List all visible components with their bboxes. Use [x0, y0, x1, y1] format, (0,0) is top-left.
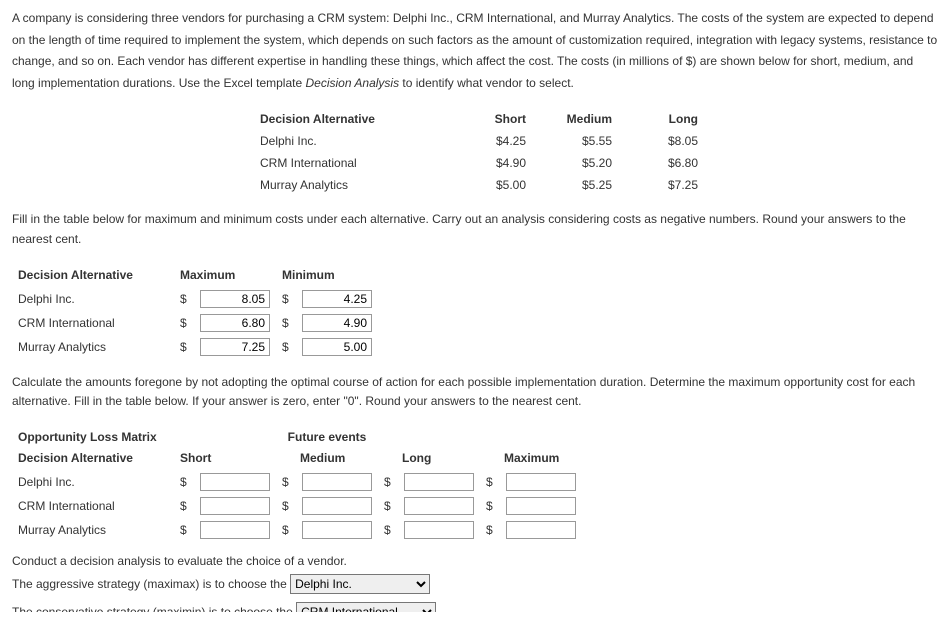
- maxmin-header-min: Minimum: [276, 263, 378, 287]
- dollar-sign: $: [378, 494, 398, 518]
- ol-header-max: Maximum: [480, 446, 582, 470]
- vendor-name: CRM International: [12, 494, 174, 518]
- cost-val: $5.55: [534, 130, 620, 152]
- dollar-sign: $: [480, 494, 500, 518]
- ol-short-input[interactable]: [200, 497, 270, 515]
- table-row: CRM International $ $: [12, 311, 378, 335]
- template-name: Decision Analysis: [306, 76, 400, 90]
- cost-header-da: Decision Alternative: [252, 108, 448, 130]
- ol-max-input[interactable]: [506, 497, 576, 515]
- cost-val: $8.05: [620, 130, 706, 152]
- dollar-sign: $: [480, 518, 500, 542]
- min-input[interactable]: [302, 314, 372, 332]
- cost-val: $4.25: [448, 130, 534, 152]
- vendor-name: Murray Analytics: [12, 335, 174, 359]
- dollar-sign: $: [174, 287, 194, 311]
- vendor-name: Delphi Inc.: [12, 287, 174, 311]
- vendor-name: Delphi Inc.: [252, 130, 448, 152]
- cost-val: $4.90: [448, 152, 534, 174]
- vendor-name: Murray Analytics: [252, 174, 448, 196]
- ol-long-input[interactable]: [404, 497, 474, 515]
- cost-val: $5.25: [534, 174, 620, 196]
- cost-val: $5.00: [448, 174, 534, 196]
- opportunity-loss-table: Opportunity Loss Matrix Future events De…: [12, 425, 582, 542]
- min-input[interactable]: [302, 290, 372, 308]
- analysis-intro: Conduct a decision analysis to evaluate …: [12, 552, 939, 570]
- maximin-select[interactable]: CRM International: [296, 602, 436, 612]
- table-row: Murray Analytics $ $ $ $: [12, 518, 582, 542]
- ol-long-input[interactable]: [404, 473, 474, 491]
- maxmin-header-da: Decision Alternative: [12, 263, 174, 287]
- table-row: Delphi Inc. $ $ $ $: [12, 470, 582, 494]
- dollar-sign: $: [276, 470, 296, 494]
- cost-header-long: Long: [620, 108, 706, 130]
- ol-long-input[interactable]: [404, 521, 474, 539]
- ol-header-da: Decision Alternative: [12, 446, 174, 470]
- ol-medium-input[interactable]: [302, 521, 372, 539]
- maxmin-table: Decision Alternative Maximum Minimum Del…: [12, 263, 378, 359]
- maximax-select[interactable]: Delphi Inc.: [290, 574, 430, 594]
- cost-val: $5.20: [534, 152, 620, 174]
- cost-header-short: Short: [448, 108, 534, 130]
- instruction-maxmin: Fill in the table below for maximum and …: [12, 210, 939, 248]
- ol-medium-input[interactable]: [302, 497, 372, 515]
- maximax-text: The aggressive strategy (maximax) is to …: [12, 577, 290, 591]
- maximax-line: The aggressive strategy (maximax) is to …: [12, 574, 939, 594]
- ol-short-input[interactable]: [200, 473, 270, 491]
- ol-header-long: Long: [378, 446, 480, 470]
- dollar-sign: $: [378, 518, 398, 542]
- cost-table: Decision Alternative Short Medium Long D…: [252, 108, 706, 196]
- dollar-sign: $: [174, 470, 194, 494]
- max-input[interactable]: [200, 314, 270, 332]
- ol-header-short: Short: [174, 446, 276, 470]
- ol-short-input[interactable]: [200, 521, 270, 539]
- intro-text-b: to identify what vendor to select.: [399, 76, 574, 90]
- cost-val: $6.80: [620, 152, 706, 174]
- table-row: Murray Analytics $5.00 $5.25 $7.25: [252, 174, 706, 196]
- cost-header-medium: Medium: [534, 108, 620, 130]
- dollar-sign: $: [276, 335, 296, 359]
- dollar-sign: $: [174, 518, 194, 542]
- table-row: Murray Analytics $ $: [12, 335, 378, 359]
- ol-future-header: Future events: [174, 425, 480, 446]
- ol-max-input[interactable]: [506, 473, 576, 491]
- intro-paragraph: A company is considering three vendors f…: [12, 8, 939, 94]
- dollar-sign: $: [174, 335, 194, 359]
- table-row: CRM International $ $ $ $: [12, 494, 582, 518]
- table-row: Delphi Inc. $ $: [12, 287, 378, 311]
- min-input[interactable]: [302, 338, 372, 356]
- max-input[interactable]: [200, 338, 270, 356]
- instruction-ol: Calculate the amounts foregone by not ad…: [12, 373, 939, 411]
- maximin-line: The conservative strategy (maximin) is t…: [12, 602, 939, 612]
- dollar-sign: $: [276, 311, 296, 335]
- ol-title: Opportunity Loss Matrix: [12, 425, 174, 446]
- max-input[interactable]: [200, 290, 270, 308]
- maxmin-header-max: Maximum: [174, 263, 276, 287]
- ol-max-input[interactable]: [506, 521, 576, 539]
- dollar-sign: $: [174, 311, 194, 335]
- cost-val: $7.25: [620, 174, 706, 196]
- maximin-text: The conservative strategy (maximin) is t…: [12, 605, 296, 612]
- dollar-sign: $: [276, 494, 296, 518]
- vendor-name: Murray Analytics: [12, 518, 174, 542]
- table-row: CRM International $4.90 $5.20 $6.80: [252, 152, 706, 174]
- vendor-name: CRM International: [252, 152, 448, 174]
- dollar-sign: $: [174, 494, 194, 518]
- ol-header-medium: Medium: [276, 446, 378, 470]
- table-row: Delphi Inc. $4.25 $5.55 $8.05: [252, 130, 706, 152]
- ol-medium-input[interactable]: [302, 473, 372, 491]
- vendor-name: CRM International: [12, 311, 174, 335]
- vendor-name: Delphi Inc.: [12, 470, 174, 494]
- dollar-sign: $: [276, 518, 296, 542]
- dollar-sign: $: [480, 470, 500, 494]
- dollar-sign: $: [378, 470, 398, 494]
- dollar-sign: $: [276, 287, 296, 311]
